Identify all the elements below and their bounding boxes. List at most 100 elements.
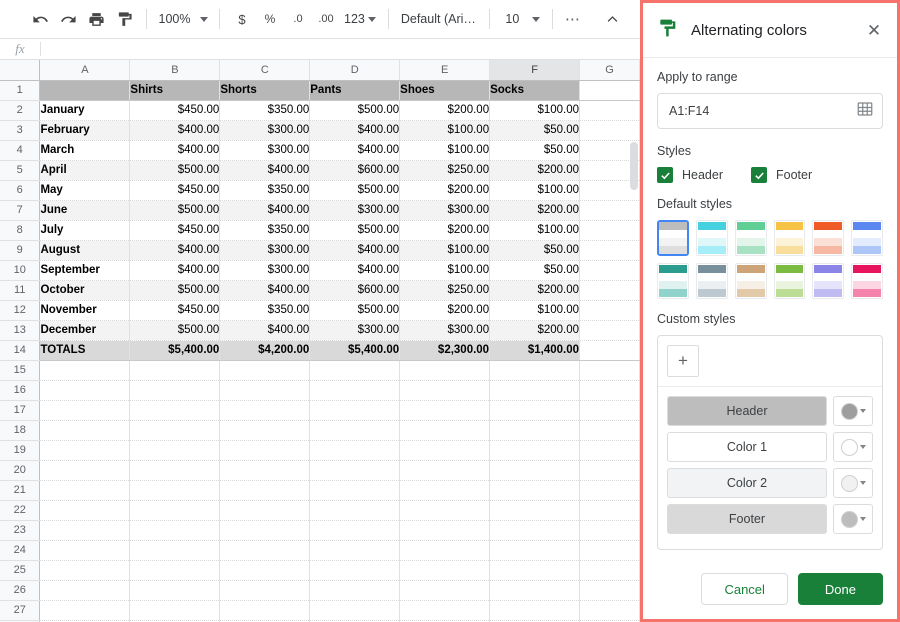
table-row[interactable]: 1 Shirts Shorts Pants Shoes Socks	[0, 80, 640, 101]
cell[interactable]	[579, 220, 640, 241]
currency-format-button[interactable]: $	[228, 5, 256, 33]
cell[interactable]: Shirts	[129, 80, 221, 101]
row-header[interactable]: 3	[0, 120, 41, 141]
cell[interactable]	[489, 600, 581, 621]
cell[interactable]	[39, 80, 131, 101]
font-size-selector[interactable]: 10	[498, 6, 544, 32]
cell[interactable]	[39, 560, 131, 581]
cell[interactable]	[219, 400, 311, 421]
cell[interactable]	[219, 560, 311, 581]
cell[interactable]	[219, 520, 311, 541]
custom-style-name-color-2[interactable]: Color 2	[667, 468, 827, 498]
cell[interactable]: TOTALS	[39, 340, 131, 361]
cell[interactable]	[579, 480, 640, 501]
cell[interactable]	[399, 520, 491, 541]
cell[interactable]: $400.00	[309, 240, 401, 261]
table-row[interactable]: 7 June $500.00 $400.00 $300.00 $300.00 $200.00	[0, 200, 640, 221]
cell[interactable]	[579, 320, 640, 341]
cell[interactable]	[399, 400, 491, 421]
cell[interactable]: January	[39, 100, 131, 121]
cell[interactable]: August	[39, 240, 131, 261]
cell[interactable]: Shorts	[219, 80, 311, 101]
table-row[interactable]: 26	[0, 580, 640, 601]
row-header[interactable]: 16	[0, 380, 41, 401]
table-row[interactable]: 2 January $450.00 $350.00 $500.00 $200.00 $100…	[0, 100, 640, 121]
default-style-swatch-lime[interactable]	[773, 263, 806, 299]
cell[interactable]: $100.00	[399, 260, 491, 281]
row-header[interactable]: 26	[0, 580, 41, 601]
row-header[interactable]: 17	[0, 400, 41, 421]
cell[interactable]: June	[39, 200, 131, 221]
cell[interactable]	[39, 440, 131, 461]
cell[interactable]: $300.00	[219, 140, 311, 161]
table-row[interactable]: 11 October $500.00 $400.00 $600.00 $250.00 $20…	[0, 280, 640, 301]
number-format-selector[interactable]: 123	[340, 6, 380, 32]
table-row[interactable]: 18	[0, 420, 640, 441]
row-header[interactable]: 11	[0, 280, 41, 301]
row-header[interactable]: 23	[0, 520, 41, 541]
cell[interactable]	[399, 500, 491, 521]
custom-style-name-color-1[interactable]: Color 1	[667, 432, 827, 462]
cell[interactable]: $50.00	[489, 260, 581, 281]
cell[interactable]	[39, 480, 131, 501]
cell[interactable]	[489, 380, 581, 401]
more-options-button[interactable]: ⋯	[561, 6, 584, 32]
cell[interactable]	[399, 480, 491, 501]
default-style-swatch-cyan[interactable]	[695, 220, 728, 256]
cell[interactable]	[309, 540, 401, 561]
cell[interactable]: $300.00	[309, 320, 401, 341]
cell[interactable]: $350.00	[219, 100, 311, 121]
cell[interactable]	[579, 520, 640, 541]
cell[interactable]: $5,400.00	[309, 340, 401, 361]
cell[interactable]: $200.00	[489, 200, 581, 221]
custom-style-color-picker[interactable]	[833, 504, 873, 534]
chevron-up-icon[interactable]	[598, 5, 626, 33]
cell[interactable]	[39, 600, 131, 621]
table-row[interactable]: 8 July $450.00 $350.00 $500.00 $200.00 $100.00	[0, 220, 640, 241]
cell[interactable]	[489, 360, 581, 381]
row-header[interactable]: 8	[0, 220, 41, 241]
cell[interactable]: $300.00	[219, 240, 311, 261]
cell[interactable]	[39, 500, 131, 521]
cell[interactable]: February	[39, 120, 131, 141]
cell[interactable]: $300.00	[219, 260, 311, 281]
row-header[interactable]: 5	[0, 160, 41, 181]
cell[interactable]	[309, 580, 401, 601]
cell[interactable]: $350.00	[219, 220, 311, 241]
cell[interactable]	[579, 440, 640, 461]
cell[interactable]	[129, 380, 221, 401]
cell[interactable]	[309, 420, 401, 441]
table-row[interactable]: 6 May $450.00 $350.00 $500.00 $200.00 $100.00	[0, 180, 640, 201]
cell[interactable]: October	[39, 280, 131, 301]
column-header-e[interactable]: E	[399, 60, 491, 81]
cell[interactable]: $100.00	[489, 300, 581, 321]
row-header[interactable]: 6	[0, 180, 41, 201]
table-row[interactable]: 22	[0, 500, 640, 521]
cell[interactable]	[219, 380, 311, 401]
increase-decimal-button[interactable]: .00	[312, 5, 340, 33]
cell[interactable]	[399, 360, 491, 381]
cell[interactable]: $2,300.00	[399, 340, 491, 361]
table-row[interactable]: 9 August $400.00 $300.00 $400.00 $100.00 $50.0…	[0, 240, 640, 261]
column-header-g[interactable]: G	[579, 60, 640, 81]
cell[interactable]	[219, 500, 311, 521]
cell[interactable]	[399, 540, 491, 561]
row-header[interactable]: 19	[0, 440, 41, 461]
cell[interactable]	[129, 500, 221, 521]
column-header-a[interactable]: A	[39, 60, 131, 81]
cell[interactable]: $600.00	[309, 160, 401, 181]
cell[interactable]: $400.00	[219, 320, 311, 341]
cell[interactable]: $400.00	[129, 140, 221, 161]
cell[interactable]	[579, 580, 640, 601]
cell[interactable]	[219, 460, 311, 481]
cell[interactable]: $500.00	[129, 320, 221, 341]
column-header-b[interactable]: B	[129, 60, 221, 81]
table-row[interactable]: 17	[0, 400, 640, 421]
cell[interactable]: $100.00	[399, 240, 491, 261]
cell[interactable]	[219, 440, 311, 461]
cell[interactable]: $450.00	[129, 300, 221, 321]
cell[interactable]	[399, 420, 491, 441]
cell[interactable]	[579, 240, 640, 261]
cell[interactable]	[579, 260, 640, 281]
cell[interactable]	[579, 560, 640, 581]
